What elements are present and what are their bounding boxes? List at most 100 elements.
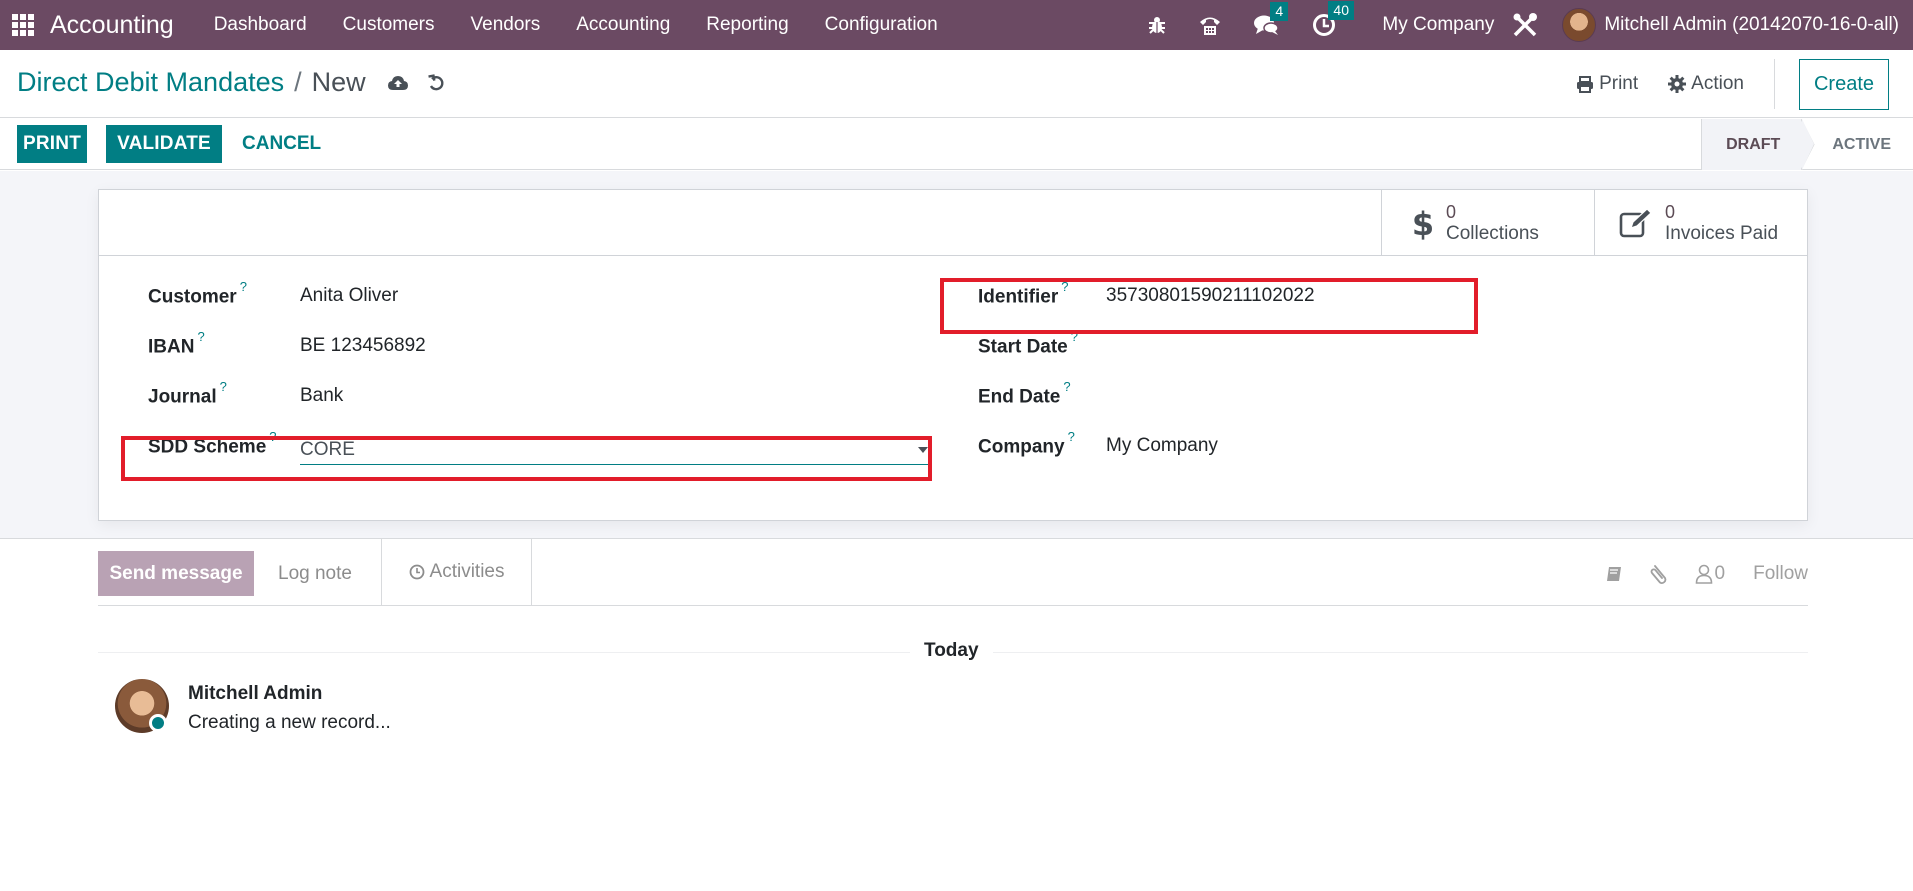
print-dropdown[interactable]: Print [1576, 73, 1638, 95]
field-customer: Customer? [148, 279, 247, 311]
voip-phone-icon[interactable] [1198, 14, 1222, 36]
book-icon[interactable] [1605, 565, 1623, 583]
messages-icon[interactable]: 4 [1254, 2, 1289, 36]
field-end-date: End Date? [978, 379, 1071, 411]
help-icon[interactable]: ? [220, 379, 227, 394]
user-menu[interactable]: Mitchell Admin (20142070-16-0-all) [1604, 14, 1899, 36]
invoices-paid-count: 0 [1665, 201, 1676, 222]
status-draft[interactable]: DRAFT [1701, 119, 1815, 170]
sdd-scheme-value: CORE [300, 439, 355, 460]
status-chevron [1801, 119, 1815, 170]
activities-clock-icon[interactable]: 40 [1312, 1, 1354, 37]
field-start-date: Start Date? [978, 329, 1078, 361]
end-date-field[interactable] [1106, 385, 1506, 411]
start-date-field[interactable] [1106, 335, 1506, 361]
divider [1773, 59, 1775, 109]
create-button[interactable]: Create [1798, 58, 1889, 110]
followers-button[interactable]: 0 [1695, 562, 1726, 585]
tools-icon[interactable] [1512, 12, 1538, 38]
menu-dashboard[interactable]: Dashboard [196, 14, 325, 36]
collections-count: 0 [1446, 201, 1457, 222]
help-icon[interactable]: ? [1061, 279, 1068, 294]
menu-customers[interactable]: Customers [325, 14, 453, 36]
status-active-label: ACTIVE [1832, 135, 1891, 153]
message-author[interactable]: Mitchell Admin [188, 683, 322, 705]
followers-count: 0 [1714, 562, 1726, 584]
field-company: Company? [978, 429, 1075, 461]
activities-badge: 40 [1328, 1, 1354, 20]
form-header: PRINT VALIDATE CANCEL DRAFT ACTIVE [0, 119, 1913, 170]
help-icon[interactable]: ? [240, 279, 247, 294]
save-cloud-icon[interactable] [387, 75, 408, 91]
breadcrumb-parent[interactable]: Direct Debit Mandates [17, 67, 284, 98]
print-button[interactable]: PRINT [17, 125, 87, 163]
action-dropdown[interactable]: Action [1668, 73, 1744, 95]
status-draft-label: DRAFT [1726, 135, 1781, 153]
dollar-icon: $ [1412, 206, 1434, 240]
field-iban: IBAN? [148, 329, 205, 361]
company-label: Company? [978, 429, 1075, 458]
clock-icon [409, 564, 424, 580]
sdd-scheme-select[interactable]: CORE [300, 435, 928, 465]
menu-accounting[interactable]: Accounting [558, 14, 688, 36]
print-label: Print [1599, 73, 1639, 94]
date-separator: Today [910, 640, 993, 662]
company-switcher[interactable]: My Company [1382, 14, 1494, 36]
company-field[interactable]: My Company [1106, 435, 1218, 457]
invoices-paid-stat-button[interactable]: 0 Invoices Paid [1594, 190, 1808, 255]
status-active[interactable]: ACTIVE [1802, 119, 1913, 170]
help-icon[interactable]: ? [269, 429, 276, 444]
paperclip-icon[interactable] [1649, 563, 1669, 585]
app-title[interactable]: Accounting [50, 11, 174, 40]
chatter-topbar: Send message Log note Activities 0 Follo… [98, 539, 1808, 606]
identifier-label: Identifier? [978, 279, 1069, 308]
journal-label: Journal? [148, 379, 227, 408]
debug-bug-icon[interactable] [1148, 15, 1166, 35]
end-date-label: End Date? [978, 379, 1071, 408]
validate-button[interactable]: VALIDATE [106, 125, 222, 163]
discard-undo-icon[interactable] [427, 73, 444, 92]
activities-label: Activities [429, 561, 505, 582]
systray: 4 40 My Company Mitchell Admin (20142070… [1132, 0, 1913, 50]
printer-icon [1577, 75, 1594, 93]
chatter-tools: 0 Follow [1579, 551, 1808, 596]
log-note-button[interactable]: Log note [278, 551, 352, 596]
user-avatar[interactable] [1562, 8, 1597, 42]
status-bar: DRAFT ACTIVE [1701, 119, 1913, 170]
help-icon[interactable]: ? [1071, 329, 1078, 344]
message-body: Creating a new record... [188, 712, 391, 733]
customer-label: Customer? [148, 279, 247, 308]
help-icon[interactable]: ? [197, 329, 204, 344]
form-sheet: $ 0 Collections 0 Invoices Paid Customer… [98, 189, 1808, 521]
main-menu: Dashboard Customers Vendors Accounting R… [196, 14, 956, 36]
iban-label: IBAN? [148, 329, 205, 358]
send-message-button[interactable]: Send message [98, 551, 254, 596]
customer-field[interactable]: Anita Oliver [300, 285, 398, 307]
menu-configuration[interactable]: Configuration [807, 14, 956, 36]
field-identifier: Identifier? [978, 279, 1069, 311]
user-icon [1695, 564, 1712, 584]
control-panel: Direct Debit Mandates / New Print Action… [0, 50, 1913, 118]
collections-stat-button[interactable]: $ 0 Collections [1381, 190, 1594, 255]
journal-field[interactable]: Bank [300, 385, 343, 407]
edit-icon [1619, 207, 1653, 238]
messages-badge: 4 [1270, 2, 1289, 21]
follow-button[interactable]: Follow [1753, 563, 1808, 585]
help-icon[interactable]: ? [1063, 379, 1070, 394]
activities-button[interactable]: Activities [381, 539, 532, 606]
iban-field[interactable]: BE 123456892 [300, 335, 426, 357]
chevron-down-icon [918, 447, 928, 453]
invoices-paid-label: Invoices Paid [1665, 222, 1779, 244]
help-icon[interactable]: ? [1068, 429, 1075, 444]
menu-vendors[interactable]: Vendors [453, 14, 559, 36]
identifier-field[interactable]: 35730801590211102022 [1106, 285, 1315, 307]
breadcrumb: Direct Debit Mandates / New [17, 67, 444, 98]
cancel-button[interactable]: CANCEL [242, 125, 321, 163]
control-panel-actions: Print Action Create [1576, 50, 1913, 118]
field-journal: Journal? [148, 379, 227, 411]
field-sdd-scheme: SDD Scheme? [148, 429, 277, 461]
sdd-scheme-label: SDD Scheme? [148, 429, 277, 458]
menu-reporting[interactable]: Reporting [688, 14, 806, 36]
top-navbar: Accounting Dashboard Customers Vendors A… [0, 0, 1913, 50]
app-grid-icon[interactable] [12, 14, 34, 36]
